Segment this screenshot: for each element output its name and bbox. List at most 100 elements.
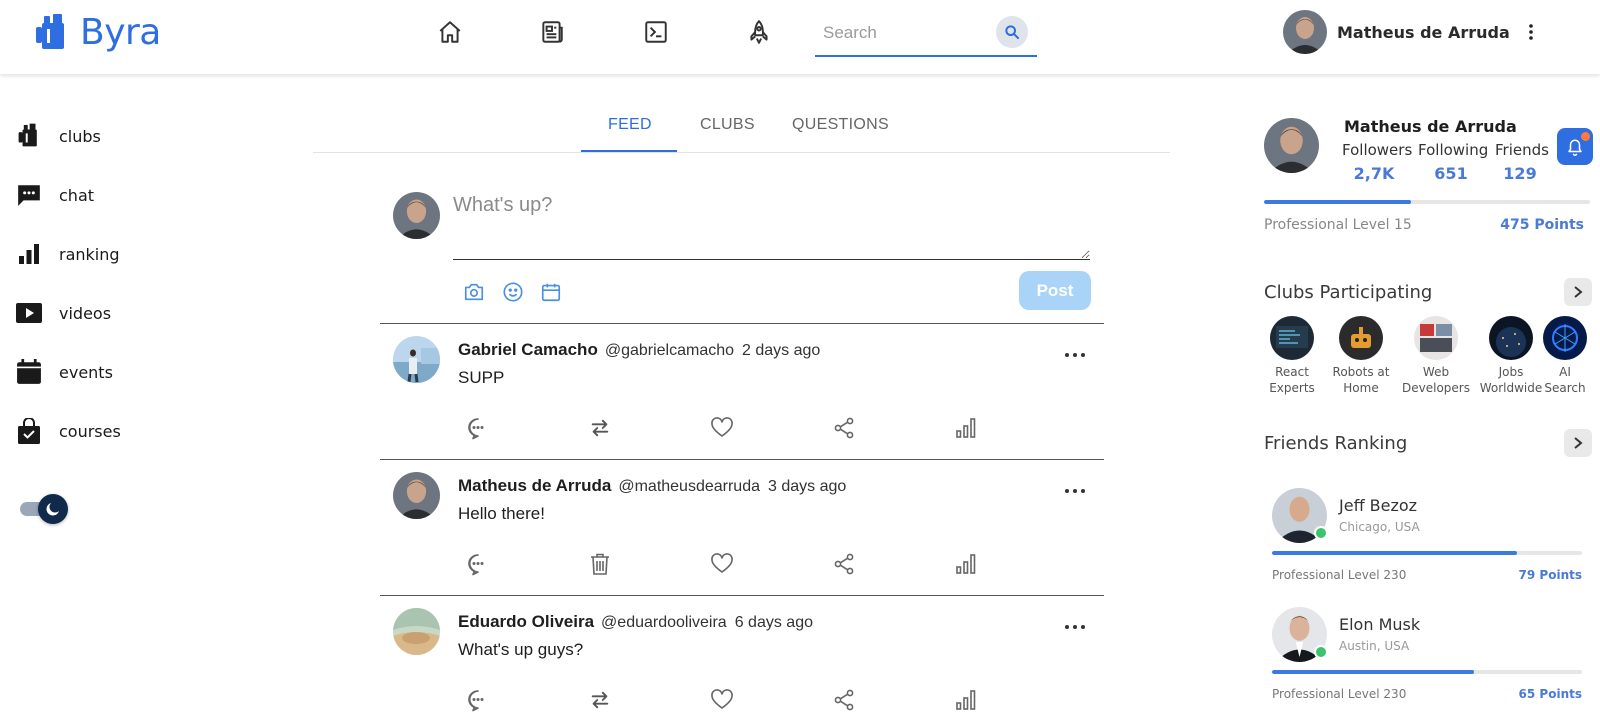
stats-icon[interactable] (953, 687, 979, 713)
repost-icon[interactable] (587, 687, 613, 713)
post-author[interactable]: Gabriel Camacho (458, 340, 598, 360)
terminal-icon[interactable] (640, 16, 672, 48)
friends-ranking-next-button[interactable] (1564, 429, 1592, 457)
stat-following[interactable]: Following 651 (1418, 141, 1488, 183)
stat-followers[interactable]: Followers 2,7K (1342, 141, 1413, 183)
share-icon[interactable] (831, 551, 857, 577)
profile-name[interactable]: Matheus de Arruda (1344, 117, 1517, 136)
rocket-icon[interactable] (743, 16, 775, 48)
friend-location: Austin, USA (1339, 639, 1410, 653)
sidebar-item-label: courses (59, 421, 121, 441)
post-time: 2 days ago (742, 342, 821, 359)
club-name-line2: Developers (1402, 381, 1470, 395)
search-icon (1004, 24, 1020, 40)
search-input[interactable] (823, 20, 983, 46)
sidebar-item-label: chat (59, 185, 95, 205)
composer-input[interactable] (453, 188, 1090, 260)
like-heart-icon[interactable] (709, 687, 735, 713)
friend-points: 79 Points (1518, 568, 1582, 582)
more-horizontal-icon[interactable] (1063, 622, 1087, 632)
post-card: Matheus de Arruda @matheusdearruda 3 day… (380, 459, 1104, 596)
friend-name: Elon Musk (1339, 615, 1421, 634)
sidebar-item-label: videos (59, 303, 112, 323)
sidebar-item-label: events (59, 362, 113, 382)
stat-friends[interactable]: Friends 129 (1495, 141, 1549, 183)
club-robots-at-home[interactable]: Robots at Home (1323, 316, 1399, 396)
sidebar-item-courses[interactable]: courses (16, 418, 121, 444)
sidebar-item-events[interactable]: events (16, 359, 113, 385)
post-avatar[interactable] (393, 472, 440, 519)
progress-fill (1272, 670, 1474, 674)
repost-icon[interactable] (587, 415, 613, 441)
top-bar: Byra Search Matheus de Arruda (0, 0, 1600, 74)
dark-mode-toggle[interactable] (20, 494, 68, 524)
camera-icon[interactable] (462, 280, 486, 304)
user-name: Matheus de Arruda (1337, 22, 1510, 42)
profile-level: Professional Level 15 (1264, 217, 1412, 233)
sidebar-item-videos[interactable]: videos (16, 300, 111, 326)
more-horizontal-icon[interactable] (1063, 486, 1087, 496)
trash-icon[interactable] (587, 551, 613, 577)
tab-feed[interactable]: FEED (608, 116, 652, 134)
post-author[interactable]: Eduardo Oliveira (458, 612, 594, 632)
stats-icon[interactable] (953, 415, 979, 441)
more-vertical-icon[interactable] (1521, 20, 1541, 44)
newspaper-icon[interactable] (536, 16, 568, 48)
friend-level-progress (1272, 551, 1582, 555)
stat-label: Followers (1342, 141, 1413, 159)
comment-icon[interactable] (465, 415, 491, 441)
post-author[interactable]: Matheus de Arruda (458, 476, 611, 496)
home-icon[interactable] (434, 16, 466, 48)
sidebar-item-chat[interactable]: chat (16, 182, 94, 208)
shopping-bag-icon (16, 418, 42, 444)
post-header: Eduardo Oliveira @eduardooliveira 6 days… (458, 612, 813, 632)
notifications-button[interactable] (1557, 128, 1593, 165)
friend-ranking-item[interactable]: Elon Musk Austin, USA Professional Level… (1272, 607, 1592, 717)
post-handle[interactable]: @eduardooliveira (601, 614, 727, 632)
calendar-icon[interactable] (539, 280, 563, 304)
post-handle[interactable]: @gabrielcamacho (605, 342, 734, 360)
sidebar-item-ranking[interactable]: ranking (16, 241, 120, 267)
profile-level-progress (1264, 200, 1590, 204)
search-box (815, 12, 1037, 57)
post-handle[interactable]: @matheusdearruda (618, 478, 760, 496)
friend-level: Professional Level 230 (1272, 568, 1407, 582)
stat-value: 2,7K (1353, 164, 1395, 183)
more-horizontal-icon[interactable] (1063, 350, 1087, 360)
smile-icon[interactable] (501, 280, 525, 304)
club-web-developers[interactable]: Web Developers (1398, 316, 1474, 396)
search-button[interactable] (996, 16, 1028, 48)
user-menu[interactable]: Matheus de Arruda (1283, 10, 1510, 54)
like-heart-icon[interactable] (709, 415, 735, 441)
comment-icon[interactable] (465, 687, 491, 713)
composer-avatar (393, 192, 440, 239)
profile-points: 475 Points (1500, 217, 1584, 233)
post-avatar[interactable] (393, 608, 440, 655)
share-icon[interactable] (831, 687, 857, 713)
club-name-line2: Search (1544, 381, 1586, 395)
post-text: Hello there! (458, 504, 545, 523)
clubs-next-button[interactable] (1564, 278, 1592, 306)
stat-value: 651 (1434, 164, 1468, 183)
post-button[interactable]: Post (1019, 271, 1091, 310)
profile-avatar[interactable] (1264, 118, 1319, 173)
clubs-section-title: Clubs Participating (1264, 282, 1433, 303)
post-card: Eduardo Oliveira @eduardooliveira 6 days… (380, 595, 1104, 724)
club-tower-icon (16, 123, 42, 149)
club-ai-search[interactable]: AI Search (1535, 316, 1595, 396)
tab-questions[interactable]: QUESTIONS (792, 116, 889, 134)
tab-clubs[interactable]: CLUBS (700, 116, 755, 134)
sidebar-item-clubs[interactable]: clubs (16, 123, 101, 149)
post-text: What's up guys? (458, 640, 584, 659)
club-react-experts[interactable]: React Experts (1254, 316, 1330, 396)
like-heart-icon[interactable] (709, 551, 735, 577)
post-avatar[interactable] (393, 336, 440, 383)
post-header: Gabriel Camacho @gabrielcamacho 2 days a… (458, 340, 820, 360)
friend-ranking-item[interactable]: Jeff Bezoz Chicago, USA Professional Lev… (1272, 488, 1592, 598)
friends-ranking-title: Friends Ranking (1264, 433, 1408, 454)
logo[interactable]: Byra (34, 12, 161, 53)
comment-icon[interactable] (465, 551, 491, 577)
stat-label: Friends (1495, 141, 1549, 159)
stats-icon[interactable] (953, 551, 979, 577)
share-icon[interactable] (831, 415, 857, 441)
